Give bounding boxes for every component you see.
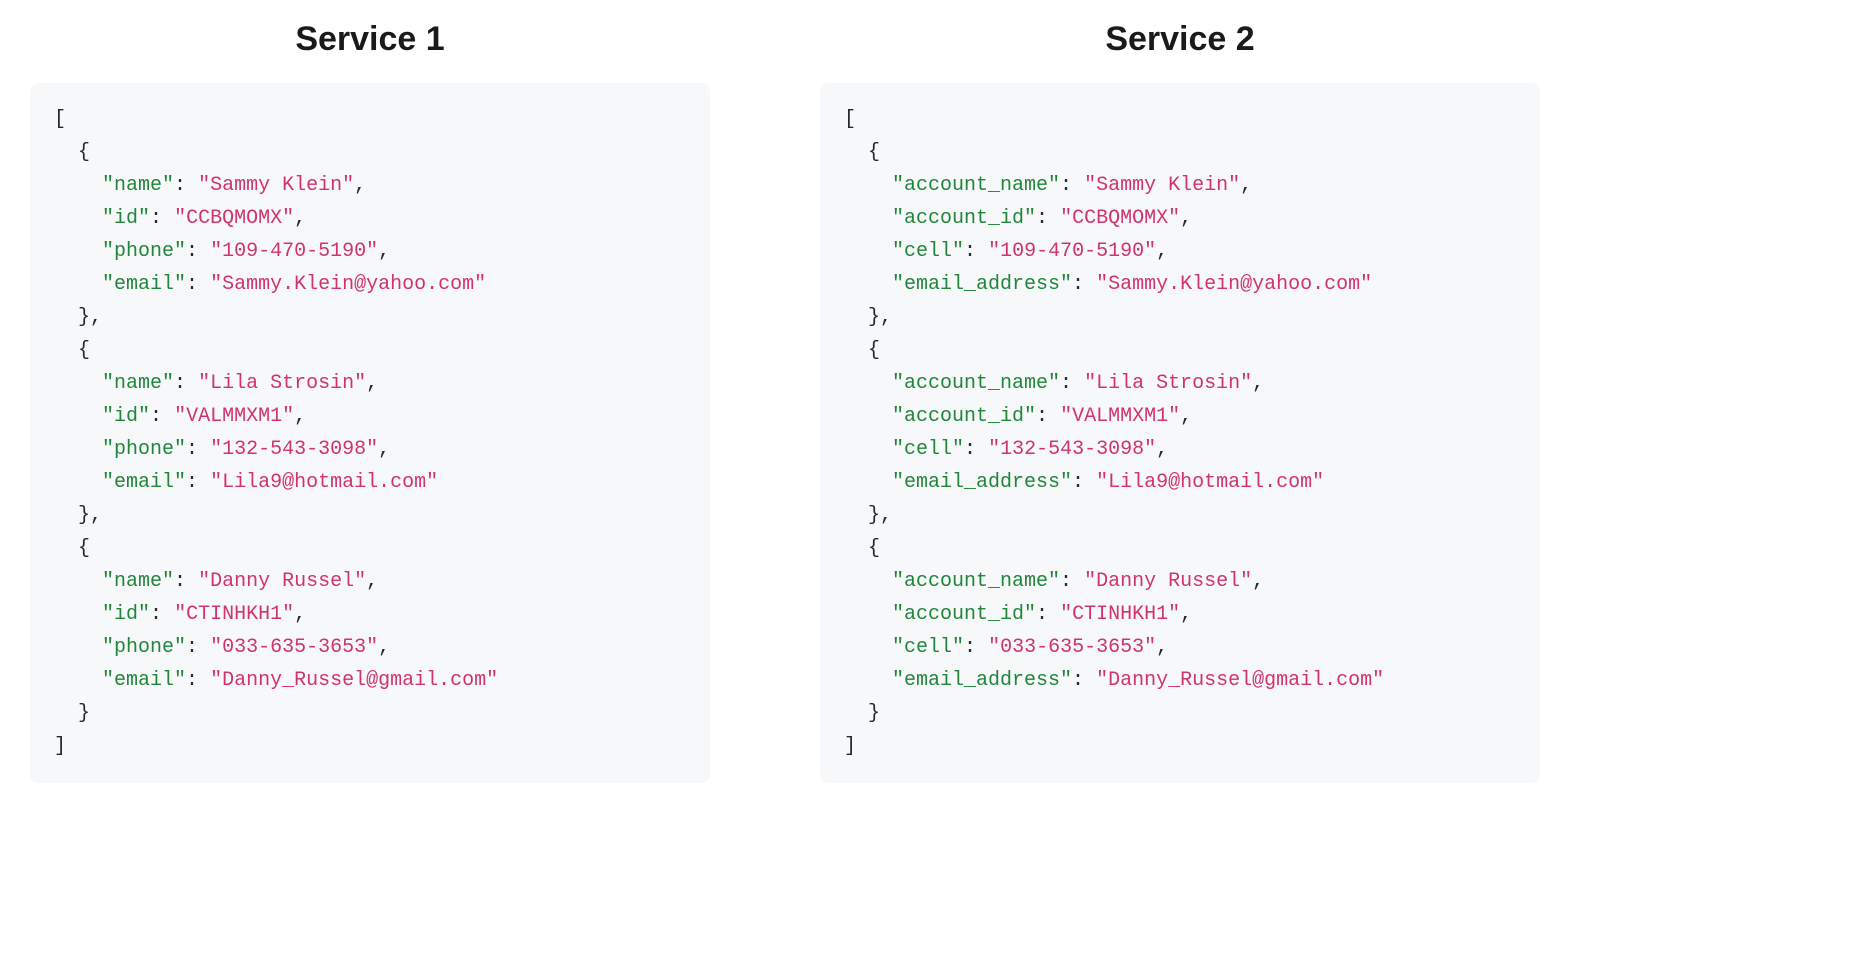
services-container: Service 1 [ { "name": "Sammy Klein", "id…: [30, 20, 1835, 783]
code-block-2: [ { "account_name": "Sammy Klein", "acco…: [820, 83, 1540, 783]
service-title-1: Service 1: [30, 20, 710, 59]
service-column-1: Service 1 [ { "name": "Sammy Klein", "id…: [30, 20, 710, 783]
service-column-2: Service 2 [ { "account_name": "Sammy Kle…: [820, 20, 1540, 783]
service-title-2: Service 2: [820, 20, 1540, 59]
code-block-1: [ { "name": "Sammy Klein", "id": "CCBQMO…: [30, 83, 710, 783]
